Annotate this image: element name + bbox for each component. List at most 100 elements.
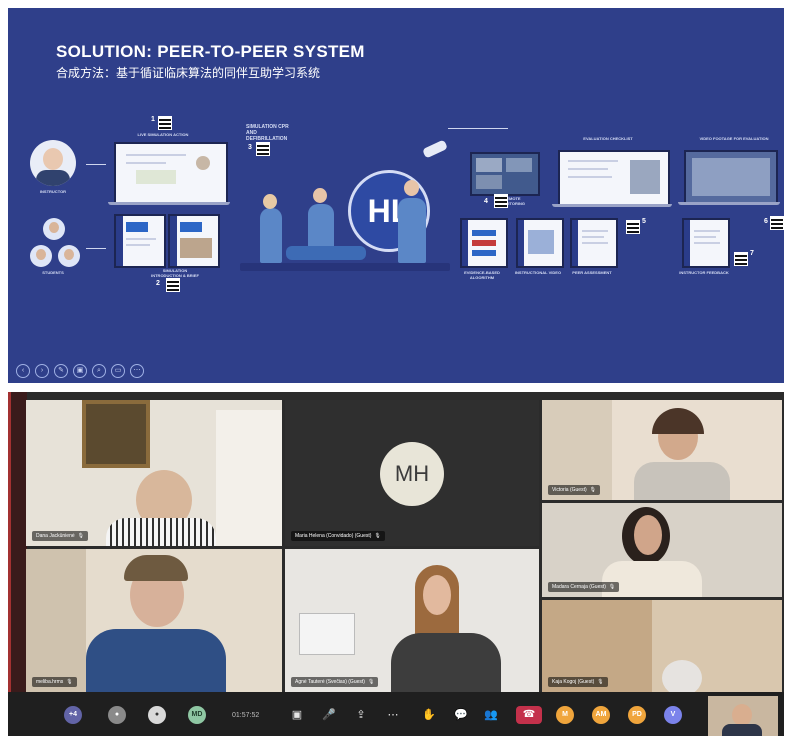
slide-title: SOLUTION: PEER-TO-PEER SYSTEM	[56, 42, 365, 61]
tablet-screen	[114, 214, 166, 268]
slides-icon[interactable]: ▣	[73, 364, 87, 378]
qr-code	[256, 142, 270, 156]
mic-icon: 🎙	[589, 487, 597, 493]
participant-avatar: MH	[380, 442, 444, 506]
participant-name: Kaja Kogoj (Guest) 🎙	[548, 677, 608, 687]
qr-code	[166, 278, 180, 292]
participant-tile[interactable]: Kaja Kogoj (Guest) 🎙	[542, 600, 782, 692]
tablet-screen	[516, 218, 564, 268]
person-figure	[398, 198, 426, 263]
qr-code	[494, 194, 508, 208]
evaluation-checklist-label: EVALUATION CHECKLIST	[583, 136, 633, 141]
room-wall	[26, 549, 86, 692]
self-view-thumbnail[interactable]	[708, 696, 778, 736]
students-label: STUDENTS	[42, 270, 64, 275]
presentation-slide: SOLUTION: PEER-TO-PEER SYSTEM 合成方法：基于循证临…	[8, 8, 784, 383]
live-simulation-label: LIVE SIMULATION ACTION	[137, 132, 189, 137]
printer	[299, 613, 355, 655]
participant-hair	[124, 555, 188, 581]
instructor-label: INSTRUCTOR	[39, 189, 67, 194]
participant-avatar[interactable]: ●	[148, 706, 166, 724]
video-call-window: Dana Jackūnienė 🎙 MH Maria Helena (Convid…	[8, 392, 784, 736]
step-number: 2	[156, 280, 160, 287]
next-icon[interactable]: ›	[35, 364, 49, 378]
tablet-screen	[570, 218, 618, 268]
subtitles-icon[interactable]: ▭	[111, 364, 125, 378]
hang-up-button[interactable]: ☎	[516, 706, 542, 724]
participant-tile[interactable]: Victoria (Guest) 🎙	[542, 400, 782, 500]
mic-icon: 🎙	[367, 679, 375, 685]
participant-tile[interactable]: MH Maria Helena (Convidado) (Guest) 🎙	[285, 400, 539, 546]
tablet-screen	[460, 218, 508, 268]
participant-tile[interactable]: meliba.hrms 🎙	[26, 549, 282, 692]
participant-name: Agnė Tauterė (Svečias) (Guest) 🎙	[291, 677, 379, 687]
raise-hand-icon[interactable]: ✋	[420, 706, 438, 724]
tablet-screen	[168, 214, 220, 268]
participant-tile[interactable]: Dana Jackūnienė 🎙	[26, 400, 282, 546]
participant-avatar[interactable]: PD	[628, 706, 646, 724]
share-screen-icon[interactable]: ⇪	[352, 706, 370, 724]
person-head	[404, 180, 419, 196]
instructor-avatar	[30, 140, 76, 186]
step-number: 6	[764, 218, 768, 225]
instructional-video-label: INSTRUCTIONAL VIDEO	[514, 270, 562, 275]
student-avatar	[30, 245, 52, 267]
instructor-feedback-label: INSTRUCTOR FEEDBACK	[679, 270, 729, 275]
participant-name: Victoria (Guest) 🎙	[548, 485, 601, 495]
step-number: 5	[642, 218, 646, 225]
participants-icon[interactable]: 👥	[482, 706, 500, 724]
camera-icon	[422, 139, 448, 159]
laptop-base	[552, 204, 672, 207]
more-icon[interactable]: ⋯	[130, 364, 144, 378]
participant-face	[634, 515, 662, 555]
connector-line	[86, 248, 106, 249]
pen-icon[interactable]: ✎	[54, 364, 68, 378]
step-number: 3	[248, 144, 252, 151]
participant-avatar[interactable]: ●	[108, 706, 126, 724]
simulation-intro-label: SIMULATION INTRODUCTION & BRIEF	[151, 268, 199, 278]
slide-navigation: ‹ › ✎ ▣ ⌕ ▭ ⋯	[16, 364, 144, 378]
participant-tile[interactable]: Madara Cernaja (Guest) 🎙	[542, 503, 782, 597]
mic-icon: 🎙	[597, 679, 604, 685]
mic-icon: 🎙	[77, 533, 84, 539]
zoom-icon[interactable]: ⌕	[92, 364, 106, 378]
wall-painting	[82, 400, 150, 468]
meeting-toolbar: +4 ● ● MD 01:57:52 ▣ 🎤 ⇪ ⋯ ✋ 💬 👥 ☎ M AM …	[8, 692, 784, 736]
qr-code	[734, 252, 748, 266]
tablet-screen	[682, 218, 730, 268]
slide-subtitle: 合成方法：基于循证临床算法的同伴互助学习系统	[56, 66, 321, 80]
participant-name: Dana Jackūnienė 🎙	[32, 531, 88, 541]
participant-avatar[interactable]: M	[556, 706, 574, 724]
simulation-cpr-label: SIMULATION CPR AND DEFIBRILLATION	[246, 124, 289, 142]
participant-avatar[interactable]: MD	[188, 706, 206, 724]
participant-name: Maria Helena (Convidado) (Guest) 🎙	[291, 531, 385, 541]
qr-code	[770, 216, 784, 230]
evidence-algorithm-label: EVIDENCE-BASED ALGORITHM	[464, 270, 500, 280]
mic-off-icon[interactable]: 🎤	[320, 706, 338, 724]
participant-avatar[interactable]: AM	[592, 706, 610, 724]
connector-line	[86, 164, 106, 165]
more-options-icon[interactable]: ⋯	[384, 706, 402, 724]
qr-code	[158, 116, 172, 130]
step-number: 4	[484, 198, 488, 205]
participant-name: Madara Cernaja (Guest) 🎙	[548, 582, 620, 592]
participant-body	[634, 462, 730, 500]
participant-body	[86, 629, 226, 692]
qr-code	[626, 220, 640, 234]
camera-off-icon[interactable]: ▣	[288, 706, 306, 724]
participant-avatar[interactable]: V	[664, 706, 682, 724]
mic-icon: 🎙	[608, 584, 616, 590]
manikin	[286, 246, 366, 260]
participant-body	[106, 518, 216, 546]
prev-icon[interactable]: ‹	[16, 364, 30, 378]
chat-icon[interactable]: 💬	[452, 706, 470, 724]
participant-tile[interactable]: Agnė Tauterė (Svečias) (Guest) 🎙	[285, 549, 539, 692]
laptop-screen	[558, 150, 670, 206]
laptop-screen	[684, 150, 778, 204]
mic-icon: 🎙	[66, 679, 73, 685]
more-participants-badge[interactable]: +4	[64, 706, 82, 724]
call-timer: 01:57:52	[232, 712, 260, 719]
table-surface	[240, 263, 450, 271]
peer-assessment-label: PEER ASSESSMENT	[572, 270, 612, 275]
remote-monitor-screen	[470, 152, 540, 196]
